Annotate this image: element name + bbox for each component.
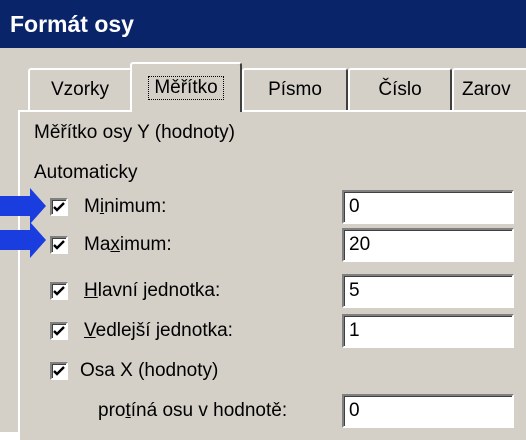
tab-meritko[interactable]: Měřítko <box>130 62 242 112</box>
minor-unit-label: Vedlejší jednotka: <box>84 320 233 341</box>
check-icon <box>53 240 65 250</box>
scale-tab-page: Měřítko osy Y (hodnoty) Automaticky Mini… <box>18 110 526 440</box>
check-icon <box>53 326 65 336</box>
major-unit-input[interactable]: 5 <box>342 274 514 308</box>
tab-vzorky[interactable]: Vzorky <box>28 68 132 110</box>
minimum-label: Minimum: <box>84 196 167 217</box>
tab-zarovnani[interactable]: Zarov <box>452 68 526 110</box>
x-axis-label: Osa X (hodnoty) <box>80 360 219 381</box>
tab-zarovnani-label: Zarov <box>462 79 511 100</box>
maximum-label: Maximum: <box>84 234 172 255</box>
annotation-arrow-icon <box>0 188 46 224</box>
minimum-input[interactable]: 0 <box>342 190 514 224</box>
dialog-title-bar: Formát osy <box>0 0 526 48</box>
annotation-arrow-icon <box>0 222 46 258</box>
check-icon <box>53 286 65 296</box>
tab-vzorky-label: Vzorky <box>50 79 110 100</box>
tab-cislo-label: Číslo <box>378 79 422 100</box>
check-icon <box>53 366 65 376</box>
maximum-auto-checkbox[interactable] <box>50 236 68 254</box>
dialog-title: Formát osy <box>10 10 134 37</box>
maximum-input[interactable]: 20 <box>342 228 514 262</box>
major-unit-auto-checkbox[interactable] <box>50 282 68 300</box>
check-icon <box>53 202 65 212</box>
minimum-auto-checkbox[interactable] <box>50 198 68 216</box>
tab-pismo[interactable]: Písmo <box>242 68 348 110</box>
crosses-at-input[interactable]: 0 <box>342 394 514 428</box>
tab-cislo[interactable]: Číslo <box>348 68 452 110</box>
x-axis-crosses-checkbox[interactable] <box>50 362 68 380</box>
crosses-at-label: protíná osu v hodnotě: <box>98 400 288 421</box>
major-unit-label: Hlavní jednotka: <box>84 280 221 301</box>
auto-label: Automaticky <box>34 162 138 183</box>
minor-unit-auto-checkbox[interactable] <box>50 322 68 340</box>
minor-unit-input[interactable]: 1 <box>342 314 514 348</box>
section-title: Měřítko osy Y (hodnoty) <box>34 122 236 143</box>
tab-meritko-label: Měřítko <box>148 76 224 100</box>
tab-pismo-label: Písmo <box>268 79 322 100</box>
